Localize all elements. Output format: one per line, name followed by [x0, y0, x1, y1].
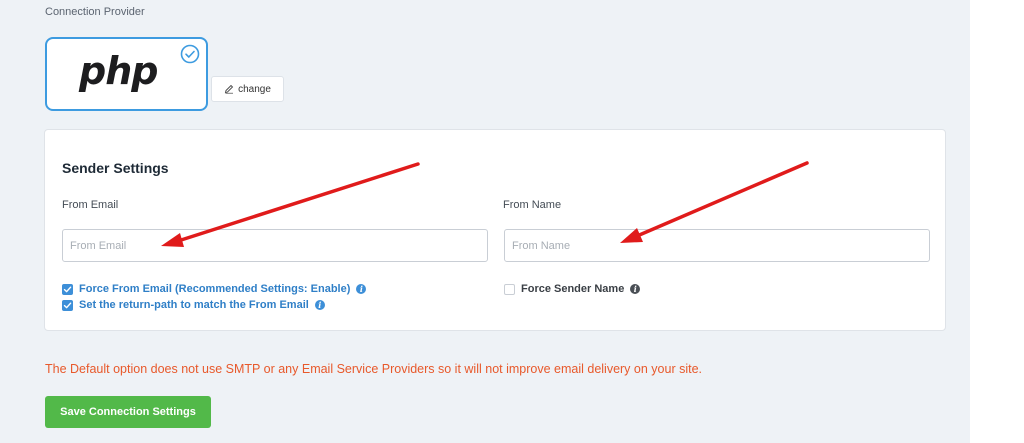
force-sender-name-option[interactable]: Force Sender Name i — [504, 283, 641, 295]
force-from-email-label: Force From Email (Recommended Settings: … — [79, 283, 351, 295]
info-icon[interactable]: i — [630, 284, 641, 294]
connection-provider-title: Connection Provider — [45, 6, 145, 18]
checkbox-check-icon — [63, 302, 72, 308]
pencil-icon — [224, 84, 234, 94]
return-path-label: Set the return-path to match the From Em… — [79, 299, 309, 311]
info-icon[interactable]: i — [356, 284, 367, 294]
info-icon[interactable]: i — [314, 300, 325, 310]
default-option-warning: The Default option does not use SMTP or … — [45, 362, 703, 376]
force-from-email-option[interactable]: Force From Email (Recommended Settings: … — [62, 283, 367, 295]
return-path-checkbox[interactable] — [62, 299, 73, 311]
php-logo: php — [79, 49, 158, 93]
settings-panel: Connection Provider php change Sender Se… — [0, 0, 970, 443]
change-provider-button[interactable]: change — [211, 76, 284, 102]
sender-settings-title: Sender Settings — [62, 160, 169, 176]
force-sender-name-checkbox[interactable] — [504, 283, 515, 295]
checkbox-check-icon — [63, 286, 72, 292]
change-label: change — [238, 83, 271, 95]
from-name-label: From Name — [503, 199, 562, 211]
sender-settings-box: Sender Settings From Email From Name For… — [44, 129, 946, 331]
from-email-label: From Email — [62, 199, 119, 211]
force-from-email-checkbox[interactable] — [62, 283, 73, 295]
force-sender-name-label: Force Sender Name — [521, 283, 625, 295]
provider-card-php[interactable]: php — [45, 37, 208, 111]
from-name-input[interactable] — [504, 229, 930, 262]
from-email-input[interactable] — [62, 229, 488, 262]
save-connection-settings-button[interactable]: Save Connection Settings — [45, 396, 211, 428]
check-circle-icon — [180, 44, 200, 64]
return-path-option[interactable]: Set the return-path to match the From Em… — [62, 299, 325, 311]
